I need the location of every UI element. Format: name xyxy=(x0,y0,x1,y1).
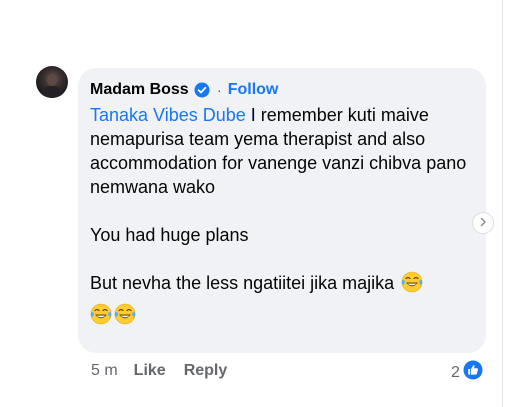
comment-bubble: Madam Boss · Follow Tanaka Vibes Dube I … xyxy=(78,68,486,353)
face-with-tears-of-joy-emoji-icon xyxy=(401,271,423,293)
like-reaction-icon xyxy=(463,360,483,385)
reaction-count: 2 xyxy=(451,363,460,381)
reply-button[interactable]: Reply xyxy=(184,362,228,380)
separator-dot: · xyxy=(216,81,222,99)
expand-comment-button[interactable] xyxy=(472,212,494,234)
chevron-right-icon xyxy=(478,214,488,232)
verified-badge-icon xyxy=(194,82,210,98)
avatar-face xyxy=(47,74,57,86)
reaction-summary[interactable]: 2 xyxy=(451,360,483,385)
follow-button[interactable]: Follow xyxy=(228,81,279,99)
avatar[interactable] xyxy=(36,66,68,98)
like-button[interactable]: Like xyxy=(134,362,166,380)
comment-body-line-2: You had huge plans xyxy=(90,225,249,245)
emoji-row xyxy=(90,303,480,329)
avatar-shoulders xyxy=(41,86,63,98)
timestamp[interactable]: 5 m xyxy=(91,362,118,380)
right-divider xyxy=(502,0,503,407)
mention-link[interactable]: Tanaka Vibes Dube xyxy=(90,105,246,125)
face-with-tears-of-joy-emoji-icon xyxy=(114,303,136,325)
comment-actions: 5 m Like Reply xyxy=(91,362,227,380)
author-name[interactable]: Madam Boss xyxy=(90,81,189,99)
face-with-tears-of-joy-emoji-icon xyxy=(90,303,112,325)
author-row: Madam Boss · Follow xyxy=(90,80,278,100)
comment-body-line-3: But nevha the less ngatiitei jika majika xyxy=(90,273,395,293)
comment-text: Tanaka Vibes Dube I remember kuti maive … xyxy=(90,103,480,329)
